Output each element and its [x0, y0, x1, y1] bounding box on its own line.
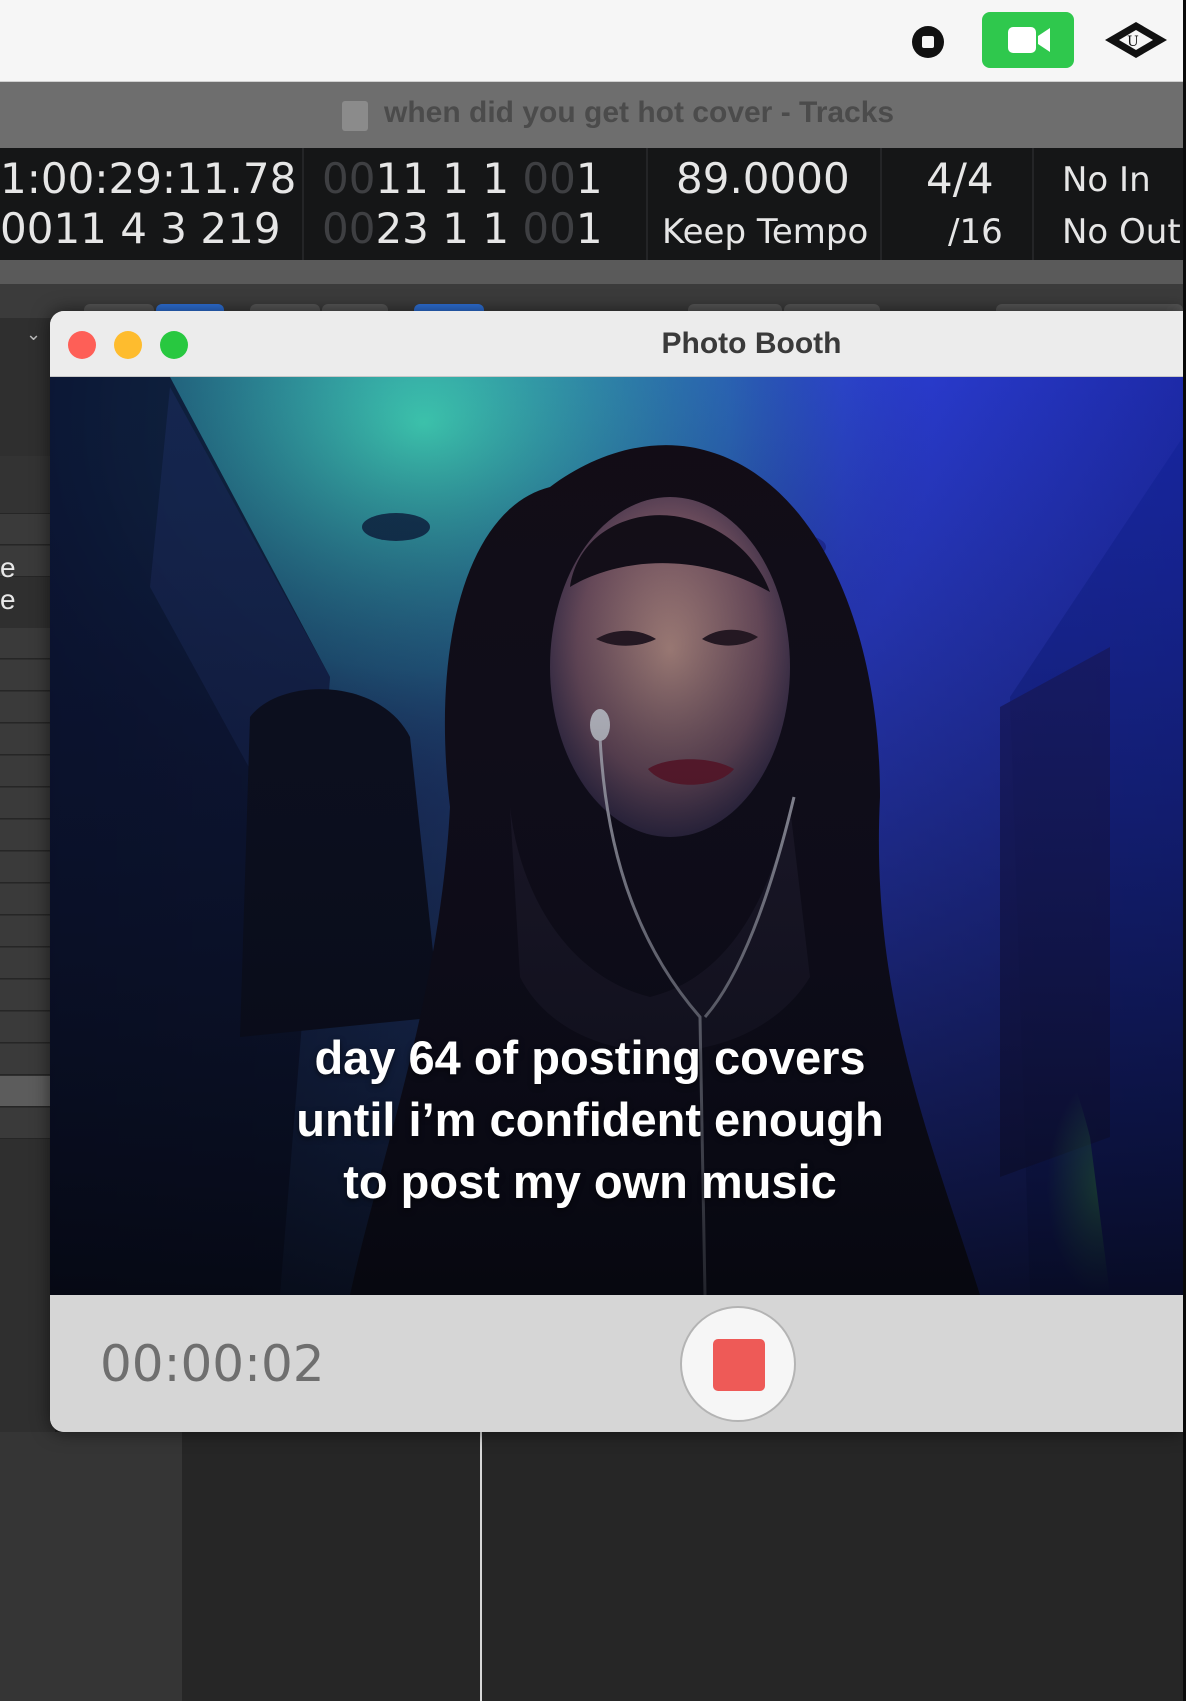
track-row[interactable] — [0, 756, 55, 787]
screen: U when did you get hot cover - Tracks 1:… — [0, 0, 1186, 1701]
photo-booth-window: Photo Booth day 64 of posting covers unt… — [50, 311, 1183, 1432]
smpte-time: 1:00:29:11.78 — [0, 154, 297, 203]
chevron-down-icon[interactable]: ⌄ — [26, 324, 41, 345]
inspector-panel — [0, 1432, 182, 1701]
track-row[interactable] — [0, 948, 55, 979]
tracks-area[interactable] — [182, 1432, 1183, 1701]
playhead[interactable] — [480, 1432, 482, 1701]
caption-line: day 64 of posting covers — [314, 1031, 866, 1084]
track-label: e — [0, 552, 16, 583]
track-row[interactable] — [0, 916, 55, 947]
track-row[interactable] — [0, 884, 55, 915]
svg-text:U: U — [1127, 34, 1139, 50]
recording-timer: 00:00:02 — [100, 1335, 325, 1393]
document-icon — [342, 101, 368, 131]
photo-booth-titlebar: Photo Booth — [50, 311, 1183, 377]
facetime-camera-icon[interactable] — [982, 12, 1074, 68]
track-row[interactable] — [0, 1108, 55, 1139]
lcd-divider — [880, 148, 882, 260]
caption-line: until i’m confident enough — [296, 1093, 884, 1146]
universal-audio-icon[interactable]: U — [1101, 20, 1171, 60]
lcd-display[interactable]: 1:00:29:11.78 0011 4 3 219 0011 1 1 001 … — [0, 148, 1183, 260]
logic-window-titlebar: when did you get hot cover - Tracks — [0, 82, 1183, 148]
lcd-divider — [302, 148, 304, 260]
logic-window-title: when did you get hot cover - Tracks — [384, 96, 895, 129]
track-row[interactable] — [0, 514, 55, 545]
track-row[interactable] — [0, 1044, 55, 1075]
lcd-divider — [1032, 148, 1034, 260]
video-caption: day 64 of posting covers until i’m confi… — [50, 1027, 1130, 1213]
midi-input[interactable]: No In — [1062, 160, 1151, 200]
screen-record-icon[interactable] — [912, 26, 944, 58]
camera-preview: day 64 of posting covers until i’m confi… — [50, 377, 1183, 1295]
smpte-end: 0011 4 3 219 — [0, 204, 281, 253]
track-row[interactable] — [0, 692, 55, 723]
division[interactable]: /16 — [948, 212, 1003, 252]
menu-bar: U — [0, 0, 1183, 82]
bar-position: 0011 1 1 001 — [322, 154, 603, 203]
track-row[interactable] — [0, 628, 55, 659]
photo-booth-controls: 00:00:02 — [50, 1295, 1183, 1432]
track-row[interactable] — [0, 1012, 55, 1043]
track-row[interactable] — [0, 724, 55, 755]
track-row[interactable] — [0, 660, 55, 691]
caption-line: to post my own music — [343, 1155, 837, 1208]
midi-output[interactable]: No Out — [1062, 212, 1181, 252]
track-row[interactable] — [0, 456, 55, 514]
bar-end: 0023 1 1 001 — [322, 204, 603, 253]
stop-icon — [713, 1339, 765, 1391]
track-row[interactable] — [0, 852, 55, 883]
logic-toolbar-strip — [0, 260, 1183, 284]
track-label: e — [0, 584, 16, 615]
track-row[interactable] — [0, 820, 55, 851]
time-signature[interactable]: 4/4 — [926, 154, 994, 203]
tempo-mode[interactable]: Keep Tempo — [662, 212, 868, 252]
lcd-divider — [646, 148, 648, 260]
track-row[interactable] — [0, 980, 55, 1011]
track-row[interactable] — [0, 1076, 55, 1107]
track-row[interactable] — [0, 788, 55, 819]
stop-recording-button[interactable] — [680, 1306, 796, 1422]
photo-booth-title: Photo Booth — [661, 327, 842, 360]
tempo-value[interactable]: 89.0000 — [676, 154, 850, 203]
